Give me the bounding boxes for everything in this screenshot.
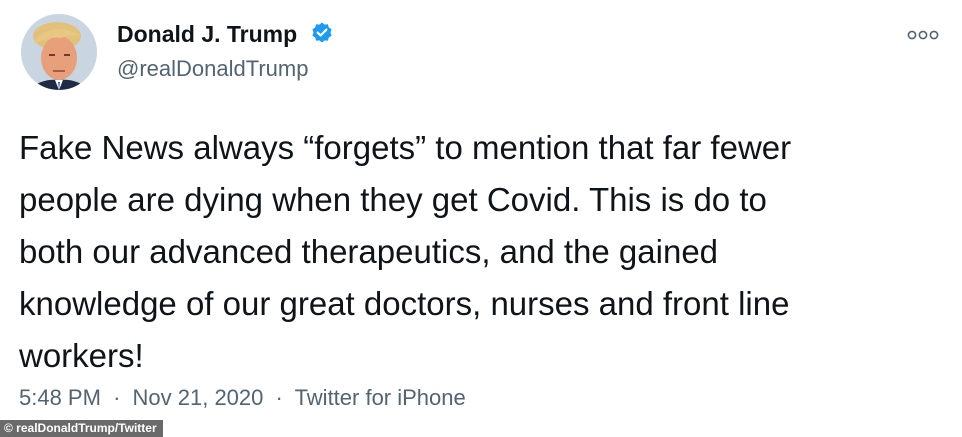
avatar[interactable] bbox=[21, 14, 97, 90]
author-name[interactable]: Donald J. Trump bbox=[117, 21, 334, 48]
tweet-card: Donald J. Trump @realDonaldTrump Fake Ne… bbox=[0, 0, 962, 437]
tweet-date[interactable]: Nov 21, 2020 bbox=[133, 385, 264, 410]
tweet-metadata: 5:48 PM · Nov 21, 2020 · Twitter for iPh… bbox=[19, 385, 466, 411]
meta-separator: · bbox=[113, 385, 121, 410]
tweet-source[interactable]: Twitter for iPhone bbox=[295, 385, 466, 410]
author-display-name[interactable]: Donald J. Trump bbox=[117, 21, 297, 47]
author-handle[interactable]: @realDonaldTrump bbox=[117, 56, 308, 82]
image-credit-watermark: © realDonaldTrump/Twitter bbox=[0, 420, 163, 437]
more-options-icon bbox=[907, 30, 939, 40]
verified-badge-icon bbox=[310, 21, 334, 45]
avatar-image bbox=[21, 14, 97, 90]
tweet-time[interactable]: 5:48 PM bbox=[19, 385, 101, 410]
tweet-text: Fake News always “forgets” to mention th… bbox=[19, 129, 792, 374]
meta-separator: · bbox=[275, 385, 283, 410]
more-options-button[interactable] bbox=[905, 22, 941, 48]
